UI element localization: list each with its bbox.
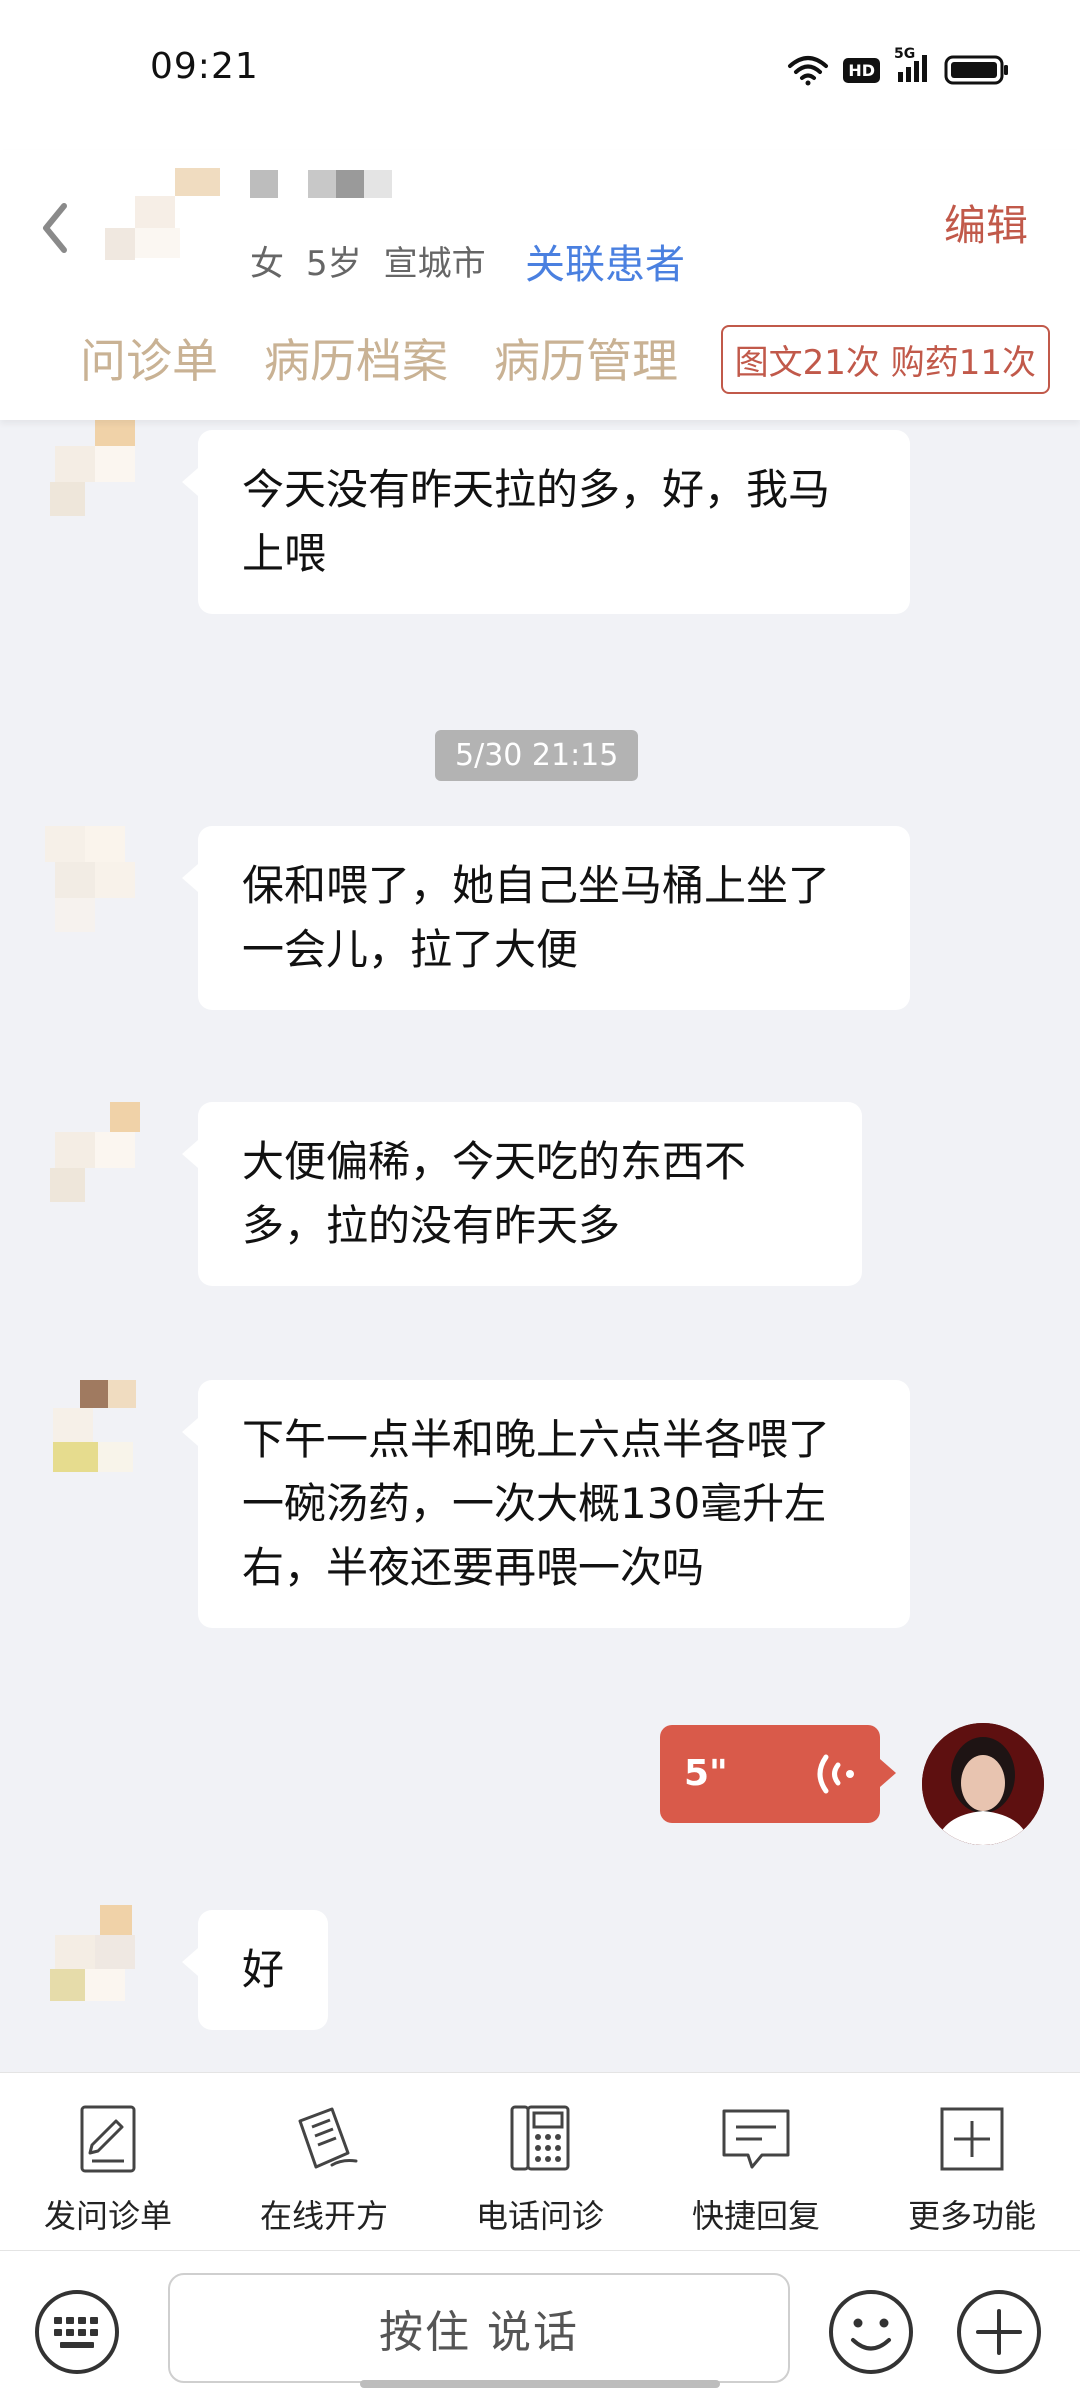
consult-stats-badge[interactable]: 图文21次 购药11次 [720,325,1050,394]
patient-avatar[interactable] [105,168,220,278]
tab-medical-archive[interactable]: 病历档案 [264,325,448,391]
add-icon[interactable] [954,2287,1044,2377]
tool-label: 发问诊单 [43,2197,172,2235]
wifi-icon [788,56,829,86]
tool-label: 快捷回复 [691,2197,820,2235]
phone-icon [510,2105,570,2171]
online-prescription-button[interactable]: 在线开方 [229,2073,419,2250]
battery-icon [944,55,1008,85]
tab-consultation-form[interactable]: 问诊单 [80,325,218,391]
message-text: 下午一点半和晚上六点半各喂了一碗汤药，一次大概130毫升左右，半夜还要再喂一次吗 [242,1415,831,1592]
back-arrow-icon[interactable] [36,198,76,258]
message-bubble[interactable]: 大便偏稀，今天吃的东西不多，拉的没有昨天多 [182,1102,862,1286]
link-patient-button[interactable]: 关联患者 [525,232,685,290]
patient-info: 女 5岁 宣城市 [250,236,508,285]
patient-avatar-small[interactable] [25,826,155,956]
patient-avatar-small[interactable] [25,410,155,540]
form-edit-icon [80,2105,136,2173]
voice-message[interactable]: 5" [660,1725,896,1823]
status-time: 09:21 [150,46,259,87]
tool-label: 在线开方 [259,2197,388,2235]
quick-reply-icon [722,2109,790,2169]
status-bar: 09:21 HD 5G [0,0,1080,150]
chat-timestamp: 5/30 21:15 [435,730,639,781]
message-text: 保和喂了，她自己坐马桶上坐了一会儿，拉了大便 [242,861,831,974]
voice-wave-icon [817,1754,854,1794]
message-bubble[interactable]: 今天没有昨天拉的多，好，我马上喂 [182,430,910,614]
chat-header: 女 5岁 宣城市 关联患者 编辑 问诊单 病历档案 病历管理 图文21次 购药11次 [0,150,1080,420]
function-toolbar: 发问诊单 在线开方 电话问诊 快捷回复 更多功能 [0,2072,1080,2250]
patient-gender: 女 [250,244,284,284]
patient-avatar-small[interactable] [25,1905,155,2035]
tool-label: 电话问诊 [475,2197,604,2235]
message-text: 大便偏稀，今天吃的东西不多，拉的没有昨天多 [242,1137,747,1250]
keyboard-icon[interactable] [32,2287,122,2377]
patient-city: 宣城市 [383,244,486,284]
tab-medical-management[interactable]: 病历管理 [494,325,678,391]
patient-name-redacted [250,170,392,198]
message-bubble[interactable]: 保和喂了，她自己坐马桶上坐了一会儿，拉了大便 [182,826,910,1010]
input-bar: 按住 说话 [0,2250,1080,2400]
status-icons: HD 5G [787,46,1010,88]
signal-icon: 5G [894,46,930,88]
more-functions-button[interactable]: 更多功能 [877,2073,1067,2250]
quick-reply-button[interactable]: 快捷回复 [661,2073,851,2250]
network-label: 5G [894,46,916,62]
patient-avatar-small[interactable] [25,1380,155,1510]
voice-duration: 5" [684,1753,728,1794]
doctor-avatar[interactable] [922,1723,1044,1845]
send-consult-form-button[interactable]: 发问诊单 [13,2073,203,2250]
prescription-icon [298,2107,358,2169]
emoji-icon[interactable] [826,2287,916,2377]
message-text: 好 [242,1945,285,1994]
patient-avatar-small[interactable] [25,1102,155,1232]
phone-consult-button[interactable]: 电话问诊 [445,2073,635,2250]
hd-icon: HD [843,57,880,83]
message-text: 今天没有昨天拉的多，好，我马上喂 [242,465,831,578]
header-tabs: 问诊单 病历档案 病历管理 [80,325,678,391]
more-icon [940,2107,1004,2171]
patient-age: 5岁 [306,244,362,284]
edit-button[interactable]: 编辑 [944,192,1028,253]
home-indicator[interactable] [360,2380,720,2388]
message-bubble[interactable]: 好 [181,1910,329,2030]
chat-area[interactable]: 今天没有昨天拉的多，好，我马上喂 5/30 21:15 保和喂了，她自己坐马桶上… [0,410,1080,2072]
hold-to-talk-button[interactable]: 按住 说话 [168,2273,790,2383]
message-bubble[interactable]: 下午一点半和晚上六点半各喂了一碗汤药，一次大概130毫升左右，半夜还要再喂一次吗 [182,1380,910,1628]
tool-label: 更多功能 [907,2197,1036,2235]
